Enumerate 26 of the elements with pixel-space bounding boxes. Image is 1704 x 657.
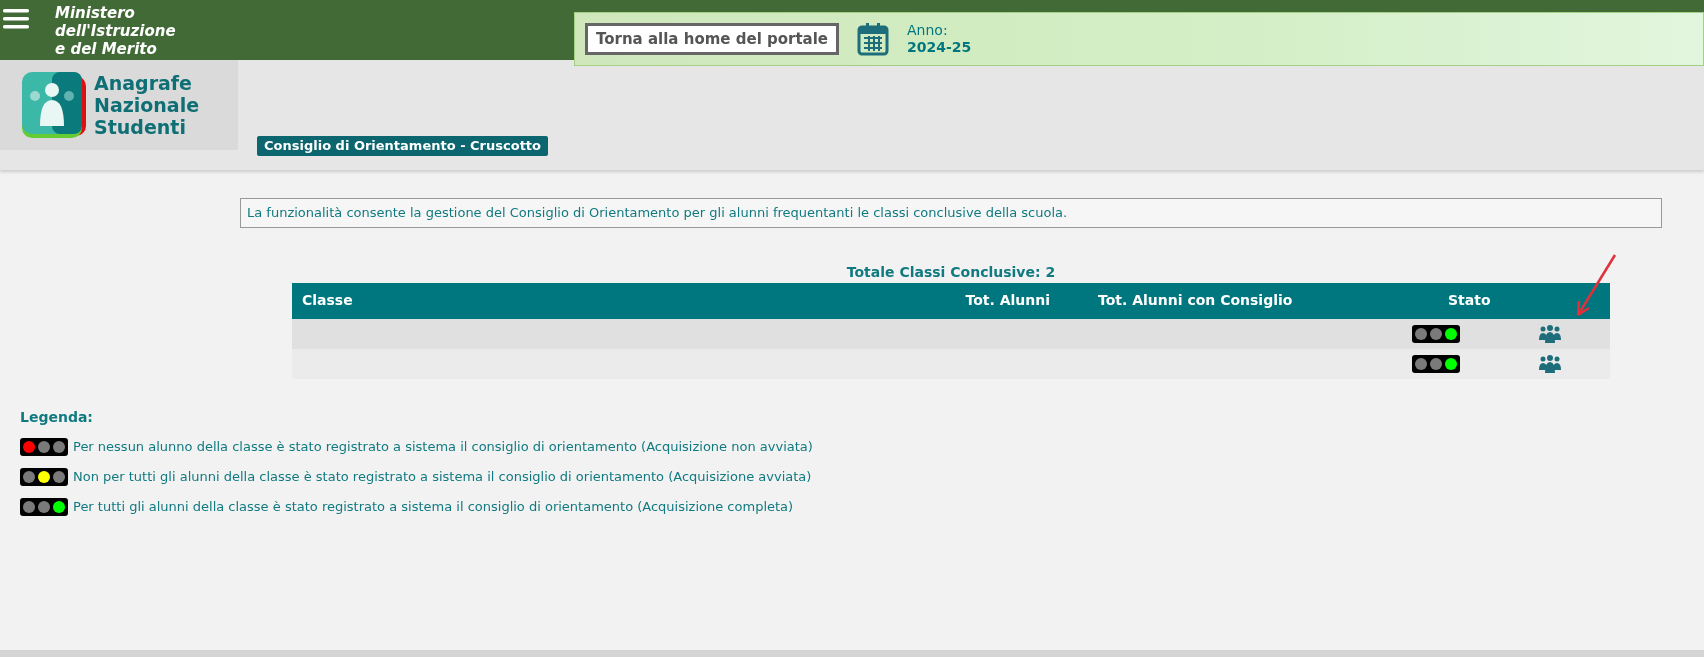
annotation-arrow	[1574, 253, 1618, 319]
legend-text: Per tutti gli alunni della classe è stato registrato a sistema il consiglio di orientamento (Acquisizione completa)	[73, 497, 794, 516]
ministry-name: dell'Istruzione	[55, 22, 176, 40]
ministry-name: Ministero	[55, 4, 136, 22]
home-button[interactable]: Torna alla home del portale	[585, 23, 840, 55]
column-header: Tot. Alunni	[902, 282, 1062, 319]
group-icon[interactable]	[1538, 323, 1562, 344]
ministry-name: e del Merito	[55, 40, 158, 58]
group-icon[interactable]	[1538, 353, 1562, 374]
calendar-icon	[857, 22, 890, 56]
legend-text: Non per tutti gli alunni della classe è stato registrato a sistema il consiglio di orientamento (Acquisizione avviata)	[73, 467, 812, 486]
menu-icon[interactable]	[3, 8, 29, 30]
description-box: La funzionalità consente la gestione del Consiglio di Orientamento per gli alunni frequentanti le classi conclusive della scuola.	[240, 198, 1662, 228]
year-value: 2024-25	[907, 39, 972, 56]
legend-title: Legenda:	[20, 407, 94, 427]
column-header: Stato	[1412, 282, 1512, 319]
app-name: Nazionale	[94, 94, 200, 116]
app-name: Studenti	[94, 116, 187, 138]
table-total: Totale Classi Conclusive: 2	[845, 262, 1057, 282]
app-name: Anagrafe	[94, 72, 193, 94]
app-logo-icon	[22, 72, 88, 138]
tab[interactable]: Consiglio di Orientamento - Cruscotto	[257, 136, 548, 156]
year-label: Anno:	[907, 22, 949, 39]
column-header: Tot. Alunni con Consiglio	[1062, 282, 1412, 319]
legend-text: Per nessun alunno della classe è stato registrato a sistema il consiglio di orientamento (Acquisizione non avviata)	[73, 437, 813, 456]
column-header: Classe	[292, 282, 902, 319]
